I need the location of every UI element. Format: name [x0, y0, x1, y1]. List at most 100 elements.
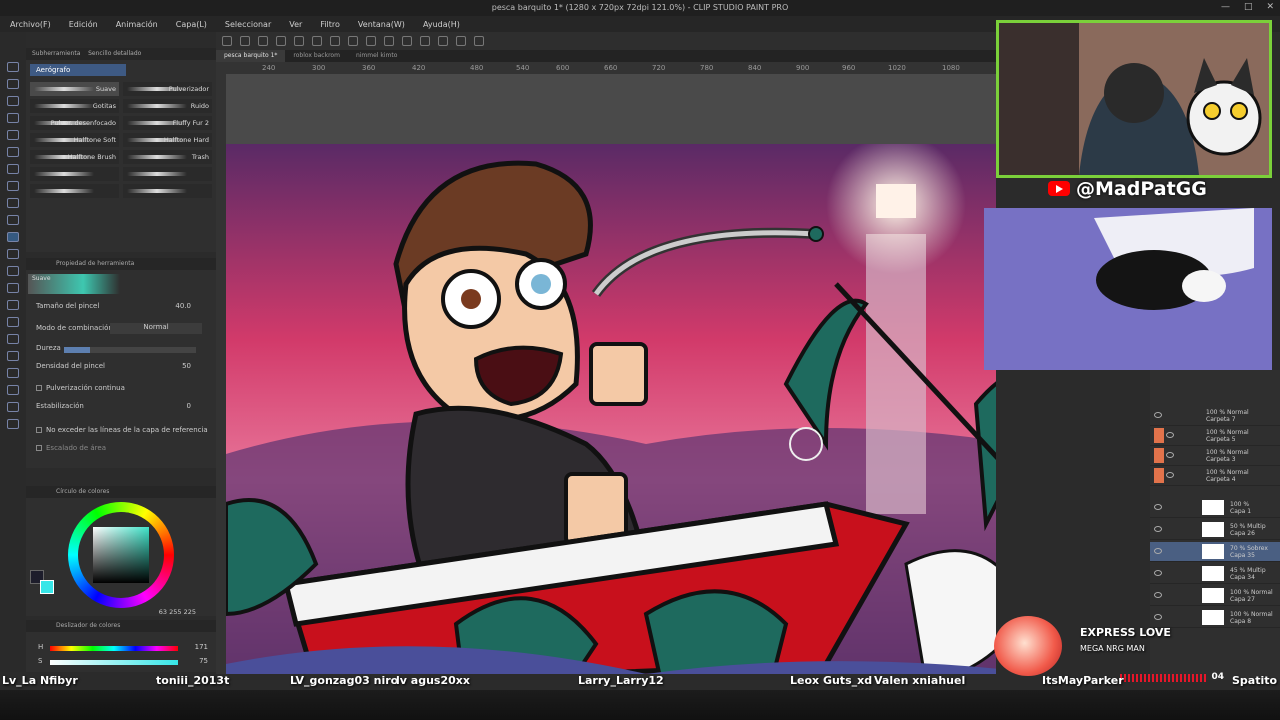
save-icon[interactable]: [258, 36, 268, 46]
visibility-eye-icon[interactable]: [1166, 452, 1174, 458]
text-tool-icon[interactable]: [7, 385, 19, 395]
menu-file[interactable]: Archivo(F): [10, 20, 51, 29]
spray-checkbox[interactable]: [36, 385, 42, 391]
crop-icon[interactable]: [384, 36, 394, 46]
settings-icon[interactable]: [474, 36, 484, 46]
brush-tool-icon[interactable]: [7, 215, 19, 225]
visibility-eye-icon[interactable]: [1154, 412, 1162, 418]
blend-mode-select[interactable]: Normal: [110, 323, 202, 334]
brush-item[interactable]: [30, 167, 119, 181]
snap-grid-icon[interactable]: [438, 36, 448, 46]
visibility-eye-icon[interactable]: [1154, 592, 1162, 598]
clear-icon[interactable]: [312, 36, 322, 46]
gradient-tool-icon[interactable]: [7, 317, 19, 327]
menu-edit[interactable]: Edición: [69, 20, 98, 29]
visibility-eye-icon[interactable]: [1154, 504, 1162, 510]
visibility-eye-icon[interactable]: [1166, 432, 1174, 438]
brush-item[interactable]: [30, 184, 119, 198]
color-wheel[interactable]: [68, 502, 174, 608]
blend-tool-icon[interactable]: [7, 283, 19, 293]
visibility-eye-icon[interactable]: [1154, 526, 1162, 532]
brush-item[interactable]: Fluffy Fur 2: [123, 116, 212, 130]
layer-row[interactable]: 100 % Capa 1: [1150, 498, 1280, 518]
hue-slider-row[interactable]: H 171: [38, 643, 210, 652]
brush-size-row[interactable]: Tamaño del pincel 40.0: [36, 302, 211, 314]
area-scale-row[interactable]: Escalado de área: [36, 444, 211, 456]
menu-window[interactable]: Ventana(W): [358, 20, 405, 29]
brush-item[interactable]: Suave: [30, 82, 119, 96]
brush-item[interactable]: Trash: [123, 150, 212, 164]
no-exceed-row[interactable]: No exceder las líneas de la capa de refe…: [36, 426, 211, 438]
color-square[interactable]: [93, 527, 149, 583]
menu-filter[interactable]: Filtro: [320, 20, 340, 29]
menu-view[interactable]: Ver: [289, 20, 302, 29]
brush-item[interactable]: Pulver. desenfocado: [30, 116, 119, 130]
brush-size-value[interactable]: 40.0: [175, 302, 191, 310]
brush-item[interactable]: [123, 167, 212, 181]
layer-row[interactable]: 45 % Multip Capa 34: [1150, 564, 1280, 584]
visibility-eye-icon[interactable]: [1166, 472, 1174, 478]
canvas-area[interactable]: [226, 74, 996, 674]
fill-icon[interactable]: [330, 36, 340, 46]
visibility-eye-icon[interactable]: [1154, 548, 1162, 554]
selection-tool-icon[interactable]: [7, 130, 19, 140]
correct-line-tool-icon[interactable]: [7, 419, 19, 429]
invert-selection-icon[interactable]: [402, 36, 412, 46]
brush-item[interactable]: Gotitas: [30, 99, 119, 113]
frame-tool-icon[interactable]: [7, 351, 19, 361]
transform-icon[interactable]: [348, 36, 358, 46]
maximize-button[interactable]: □: [1244, 2, 1253, 12]
snap-ruler-icon[interactable]: [420, 36, 430, 46]
layer-row[interactable]: 100 % Normal Carpeta 5: [1150, 426, 1280, 446]
brush-item[interactable]: Halftone Brush: [30, 150, 119, 164]
saturation-slider-row[interactable]: S 75: [38, 657, 210, 666]
layer-row[interactable]: 70 % Sobrex Capa 35: [1150, 542, 1280, 562]
airbrush-tool-icon[interactable]: [7, 232, 19, 242]
hardness-slider[interactable]: [64, 347, 196, 353]
undo-icon[interactable]: [276, 36, 286, 46]
area-scale-checkbox[interactable]: [36, 445, 42, 451]
tab-nimmel[interactable]: nimmel kimto: [348, 50, 405, 62]
density-value[interactable]: 50: [182, 362, 191, 370]
move-layer-tool-icon[interactable]: [7, 113, 19, 123]
close-button[interactable]: ✕: [1266, 2, 1274, 12]
brush-item[interactable]: [123, 184, 212, 198]
hardness-row[interactable]: Dureza: [36, 344, 211, 356]
eraser-tool-icon[interactable]: [7, 266, 19, 276]
pen-tool-icon[interactable]: [7, 181, 19, 191]
deselect-icon[interactable]: [366, 36, 376, 46]
brush-item[interactable]: Halftone Hard: [123, 133, 212, 147]
auto-select-tool-icon[interactable]: [7, 147, 19, 157]
eyedropper-tool-icon[interactable]: [7, 164, 19, 174]
minimize-button[interactable]: —: [1221, 2, 1230, 12]
ruler-tool-icon[interactable]: [7, 368, 19, 378]
layer-row[interactable]: 100 % Normal Capa 27: [1150, 586, 1280, 606]
layer-row[interactable]: 100 % Normal Carpeta 3: [1150, 446, 1280, 466]
decoration-tool-icon[interactable]: [7, 249, 19, 259]
tab-pesca-barquito[interactable]: pesca barquito 1*: [216, 50, 286, 62]
brush-item[interactable]: Pulverizador: [123, 82, 212, 96]
move-tool-icon[interactable]: [7, 79, 19, 89]
snap-special-icon[interactable]: [456, 36, 466, 46]
fill-tool-icon[interactable]: [7, 300, 19, 310]
operation-tool-icon[interactable]: [7, 96, 19, 106]
redo-icon[interactable]: [294, 36, 304, 46]
density-row[interactable]: Densidad del pincel 50: [36, 362, 211, 374]
brush-item[interactable]: Halftone Soft: [30, 133, 119, 147]
menu-animation[interactable]: Animación: [116, 20, 158, 29]
layer-row[interactable]: 100 % Normal Carpeta 7: [1150, 406, 1280, 426]
visibility-eye-icon[interactable]: [1154, 570, 1162, 576]
pencil-tool-icon[interactable]: [7, 198, 19, 208]
no-exceed-checkbox[interactable]: [36, 427, 42, 433]
spray-row[interactable]: Pulverización continua: [36, 384, 211, 396]
open-file-icon[interactable]: [240, 36, 250, 46]
menu-select[interactable]: Seleccionar: [225, 20, 271, 29]
balloon-tool-icon[interactable]: [7, 402, 19, 412]
stabilization-row[interactable]: Estabilización 0: [36, 402, 211, 414]
stabilization-value[interactable]: 0: [187, 402, 191, 410]
new-file-icon[interactable]: [222, 36, 232, 46]
brush-item[interactable]: Ruido: [123, 99, 212, 113]
subtool-group-airbrush[interactable]: Aerógrafo: [30, 64, 126, 76]
layer-row[interactable]: 50 % Multip Capa 26: [1150, 520, 1280, 540]
zoom-tool-icon[interactable]: [7, 62, 19, 72]
